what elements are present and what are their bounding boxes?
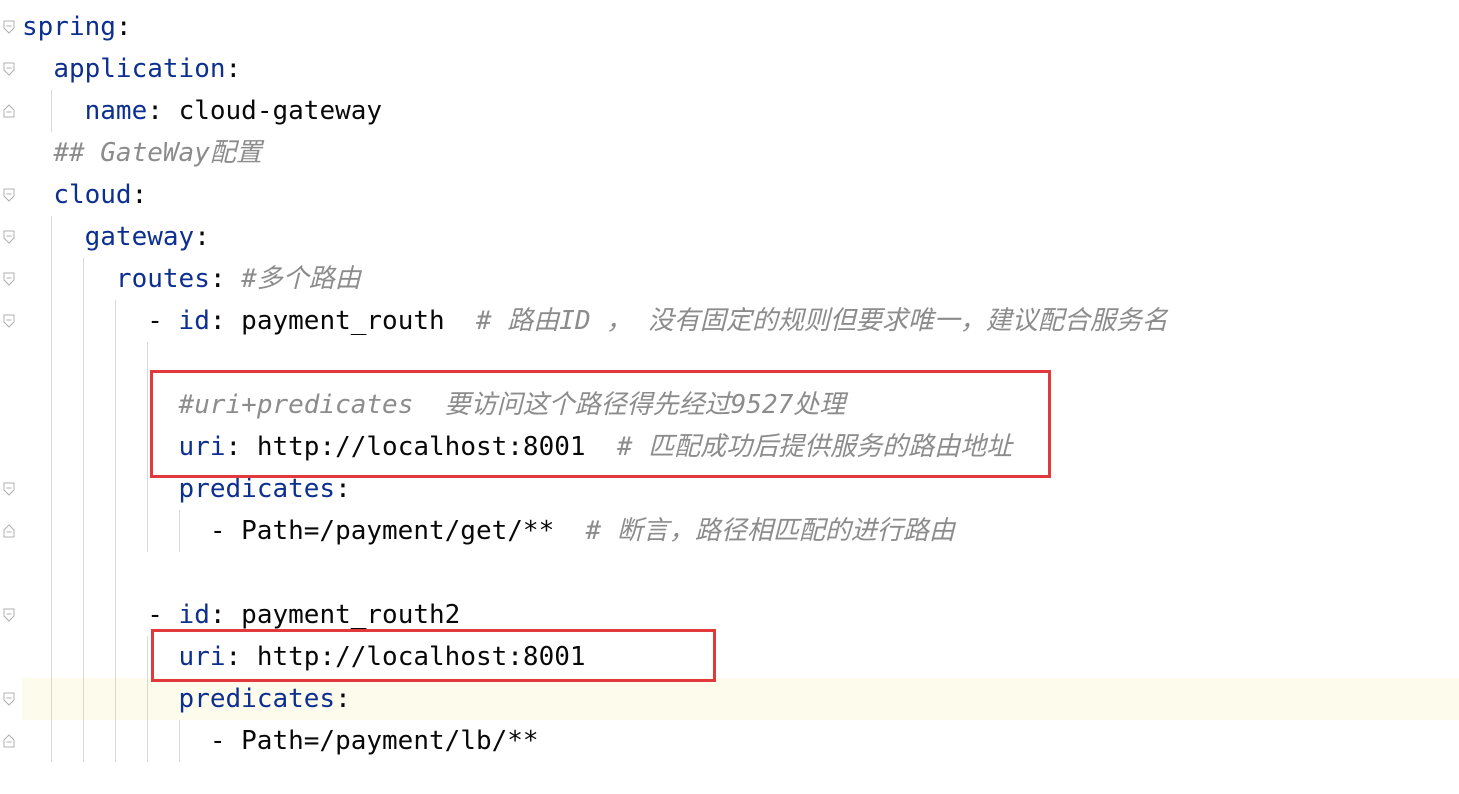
- yaml-value: payment_routh: [241, 306, 476, 336]
- code-line[interactable]: application:: [22, 48, 241, 90]
- yaml-separator: :: [225, 54, 242, 84]
- line-indent: -: [22, 600, 179, 630]
- fold-collapse-icon[interactable]: [3, 734, 15, 748]
- editor-gutter: [0, 0, 22, 794]
- indent-guide: [51, 216, 52, 762]
- indent-guide: [147, 342, 148, 552]
- fold-expand-icon[interactable]: [3, 314, 15, 328]
- fold-expand-icon[interactable]: [3, 20, 15, 34]
- yaml-key: predicates: [178, 474, 336, 504]
- yaml-separator: :: [209, 264, 242, 294]
- yaml-value: cloud-gateway: [178, 96, 383, 126]
- indent-guide: [179, 510, 180, 552]
- yaml-separator: :: [335, 684, 351, 714]
- yaml-value: - Path=/payment/get/**: [209, 516, 586, 546]
- yaml-key: cloud: [53, 180, 132, 210]
- yaml-key: id: [178, 600, 210, 630]
- indent-guide: [51, 90, 52, 132]
- indent-guide: [147, 636, 148, 762]
- fold-expand-icon[interactable]: [3, 608, 15, 622]
- code-line[interactable]: name: cloud-gateway: [22, 90, 382, 132]
- yaml-separator: :: [209, 600, 242, 630]
- indent-guide: [179, 720, 180, 762]
- code-line[interactable]: predicates:: [22, 678, 351, 720]
- yaml-key: spring: [22, 12, 116, 42]
- code-line[interactable]: routes: #多个路由: [22, 258, 361, 300]
- yaml-separator: :: [194, 222, 210, 252]
- code-line[interactable]: spring:: [22, 6, 132, 48]
- code-line[interactable]: - id: payment_routh # 路由ID ， 没有固定的规则但要求唯…: [22, 300, 1168, 342]
- yaml-key: application: [53, 54, 226, 84]
- yaml-key: predicates: [178, 684, 336, 714]
- yaml-comment: # 断言，路径相匹配的进行路由: [585, 516, 955, 546]
- fold-expand-icon[interactable]: [3, 62, 15, 76]
- yaml-comment: ## GateWay配置: [53, 138, 262, 168]
- indent-guide: [115, 300, 116, 762]
- line-indent: -: [22, 306, 179, 336]
- yaml-separator: :: [209, 306, 242, 336]
- fold-collapse-icon[interactable]: [3, 104, 15, 118]
- fold-expand-icon[interactable]: [3, 230, 15, 244]
- code-line[interactable]: ## GateWay配置: [22, 132, 262, 174]
- yaml-key: id: [178, 306, 210, 336]
- fold-expand-icon[interactable]: [3, 272, 15, 286]
- yaml-key: name: [84, 96, 148, 126]
- fold-expand-icon[interactable]: [3, 692, 15, 706]
- yaml-separator: :: [335, 474, 351, 504]
- yaml-separator: :: [147, 96, 179, 126]
- yaml-value: payment_routh2: [241, 600, 461, 630]
- yaml-comment: # 路由ID ， 没有固定的规则但要求唯一，建议配合服务名: [475, 306, 1168, 336]
- highlight-box-route1-uri: [150, 370, 1051, 478]
- yaml-separator: :: [115, 12, 132, 42]
- code-line[interactable]: - Path=/payment/get/** # 断言，路径相匹配的进行路由: [22, 510, 955, 552]
- code-line[interactable]: - Path=/payment/lb/**: [22, 720, 539, 762]
- highlight-box-route2-uri: [151, 629, 716, 682]
- yaml-separator: :: [131, 180, 148, 210]
- yaml-key: routes: [115, 264, 210, 294]
- indent-guide: [83, 258, 84, 762]
- fold-expand-icon[interactable]: [3, 188, 15, 202]
- fold-collapse-icon[interactable]: [3, 524, 15, 538]
- yaml-comment: #多个路由: [241, 264, 361, 294]
- fold-expand-icon[interactable]: [3, 482, 15, 496]
- code-line[interactable]: cloud:: [22, 174, 147, 216]
- yaml-key: gateway: [84, 222, 195, 252]
- yaml-value: - Path=/payment/lb/**: [209, 726, 539, 756]
